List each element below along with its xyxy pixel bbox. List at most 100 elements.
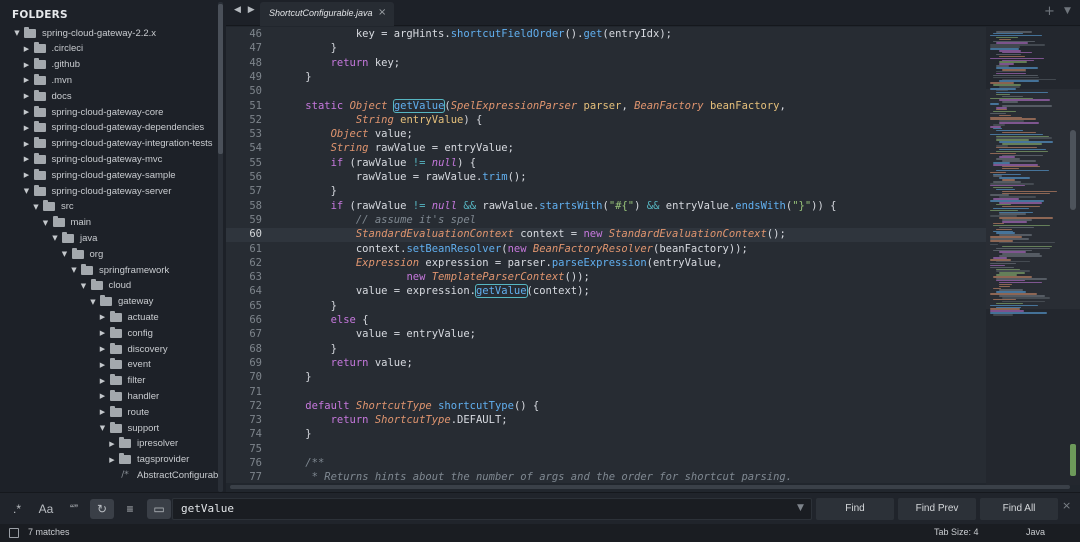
code-editor[interactable]: 46 47 48 49 50 51 52 53 54 55 56 57 58 59 60 61 62 63 64 65… — [226, 27, 986, 483]
chevron-down-icon[interactable]: ▼ — [31, 203, 41, 211]
find-history-dropdown-icon[interactable]: ▼ — [797, 503, 804, 513]
minimap[interactable] — [986, 27, 1080, 485]
code-line[interactable]: return key; — [280, 57, 401, 71]
code-line[interactable]: static Object getValue(SpelExpressionPar… — [280, 98, 786, 114]
sidebar-item[interactable]: ▶ .mvn — [0, 72, 226, 88]
sidebar-item[interactable]: /* AbstractConfigurab — [0, 467, 226, 483]
chevron-down-icon[interactable]: ▼ — [79, 282, 89, 290]
find-prev-button[interactable]: Find Prev — [898, 498, 976, 520]
sidebar-item[interactable]: ▶ config — [0, 325, 226, 341]
sidebar-scrollbar-thumb[interactable] — [218, 4, 223, 154]
sidebar-item[interactable]: ▶ actuate — [0, 309, 226, 325]
code-line[interactable]: /** — [280, 457, 324, 471]
code-line[interactable]: * Returns hints about the number of args… — [280, 471, 792, 483]
code-line[interactable]: } — [280, 42, 337, 56]
sidebar-item[interactable]: ▼ main — [0, 215, 226, 231]
code-line[interactable]: String rawValue = entryValue; — [280, 142, 514, 156]
code-line[interactable]: String entryValue) { — [280, 114, 482, 128]
highlight-matches-toggle[interactable]: ▭ — [147, 499, 171, 519]
chevron-right-icon[interactable]: ▶ — [22, 171, 32, 179]
chevron-down-icon[interactable]: ▼ — [50, 234, 60, 242]
code-line[interactable]: } — [280, 185, 337, 199]
sidebar-item[interactable]: ▶ filter — [0, 373, 226, 389]
sidebar-item[interactable]: ▶ event — [0, 357, 226, 373]
chevron-right-icon[interactable]: ▶ — [98, 408, 108, 416]
chevron-down-icon[interactable]: ▼ — [69, 266, 79, 274]
regex-toggle[interactable]: .* — [6, 499, 28, 519]
vertical-scrollbar-thumb[interactable] — [1070, 130, 1076, 210]
tab-shortcutconfigurable-java[interactable]: ShortcutConfigurable.java × — [260, 2, 394, 26]
sidebar-item[interactable]: ▼ src — [0, 199, 226, 215]
code-line[interactable]: } — [280, 300, 337, 314]
chevron-right-icon[interactable]: ▶ — [22, 155, 32, 163]
find-input[interactable]: getValue ▼ — [172, 498, 812, 520]
chevron-down-icon[interactable]: ▼ — [88, 298, 98, 306]
sidebar-item[interactable]: ▼ org — [0, 246, 226, 262]
status-language[interactable]: Java — [1026, 527, 1045, 537]
new-tab-icon[interactable]: + — [1044, 4, 1055, 19]
tab-nav-arrows-icon[interactable]: ◀ ▶ — [234, 5, 257, 15]
status-tab-size[interactable]: Tab Size: 4 — [934, 527, 979, 537]
chevron-right-icon[interactable]: ▶ — [22, 108, 32, 116]
tab-list-dropdown-icon[interactable]: ▼ — [1064, 6, 1071, 16]
sidebar-item[interactable]: ▶ handler — [0, 388, 226, 404]
code-line[interactable]: Expression expression = parser.parseExpr… — [280, 257, 723, 271]
chevron-right-icon[interactable]: ▶ — [22, 45, 32, 53]
sidebar-item[interactable]: ▼ support — [0, 420, 226, 436]
code-line[interactable]: rawValue = rawValue.trim(); — [280, 171, 527, 185]
sidebar-item[interactable]: ▶ .github — [0, 57, 226, 73]
code-line[interactable]: } — [280, 71, 311, 85]
sidebar-item[interactable]: ▶ ipresolver — [0, 436, 226, 452]
sidebar-item[interactable]: ▼ spring-cloud-gateway-2.2.x — [0, 25, 226, 41]
case-sensitive-toggle[interactable]: Aa — [33, 499, 59, 519]
chevron-right-icon[interactable]: ▶ — [22, 76, 32, 84]
chevron-right-icon[interactable]: ▶ — [107, 440, 117, 448]
chevron-right-icon[interactable]: ▶ — [107, 456, 117, 464]
chevron-right-icon[interactable]: ▶ — [98, 392, 108, 400]
code-line[interactable]: } — [280, 343, 337, 357]
code-line[interactable]: } — [280, 371, 311, 385]
horizontal-scrollbar[interactable] — [230, 485, 1070, 489]
code-line[interactable]: context.setBeanResolver(new BeanFactoryR… — [280, 243, 748, 257]
sidebar-item[interactable]: ▶ docs — [0, 88, 226, 104]
sidebar-item[interactable]: ▼ java — [0, 230, 226, 246]
tab-close-icon[interactable]: × — [378, 7, 386, 18]
code-line[interactable]: return ShortcutType.DEFAULT; — [280, 414, 508, 428]
sidebar-item[interactable]: ▶ spring-cloud-gateway-integration-tests — [0, 136, 226, 152]
sidebar-item[interactable]: ▼ springframework — [0, 262, 226, 278]
sidebar-item[interactable]: ▶ discovery — [0, 341, 226, 357]
in-selection-toggle[interactable]: ≡ — [118, 499, 142, 519]
code-line[interactable]: if (rawValue != null && rawValue.startsW… — [280, 200, 837, 214]
sidebar-item[interactable]: ▶ spring-cloud-gateway-core — [0, 104, 226, 120]
wrap-toggle[interactable]: ↻ — [90, 499, 114, 519]
chevron-right-icon[interactable]: ▶ — [98, 329, 108, 337]
chevron-right-icon[interactable]: ▶ — [22, 61, 32, 69]
code-line[interactable]: value = entryValue; — [280, 328, 476, 342]
code-line[interactable]: value = expression.getValue(context); — [280, 284, 590, 299]
chevron-down-icon[interactable]: ▼ — [22, 187, 32, 195]
sidebar-item[interactable]: ▼ gateway — [0, 294, 226, 310]
chevron-right-icon[interactable]: ▶ — [98, 377, 108, 385]
chevron-down-icon[interactable]: ▼ — [98, 424, 108, 432]
code-line[interactable]: key = argHints.shortcutFieldOrder().get(… — [280, 28, 672, 42]
code-line[interactable]: default ShortcutType shortcutType() { — [280, 400, 539, 414]
chevron-down-icon[interactable]: ▼ — [41, 219, 51, 227]
sidebar-item[interactable]: ▼ cloud — [0, 278, 226, 294]
chevron-right-icon[interactable]: ▶ — [22, 140, 32, 148]
chevron-right-icon[interactable]: ▶ — [98, 345, 108, 353]
code-line[interactable]: return value; — [280, 357, 413, 371]
sidebar-item[interactable]: ▶ spring-cloud-gateway-mvc — [0, 151, 226, 167]
find-close-icon[interactable]: × — [1062, 499, 1071, 512]
chevron-down-icon[interactable]: ▼ — [60, 250, 70, 258]
chevron-right-icon[interactable]: ▶ — [98, 361, 108, 369]
sidebar-item[interactable]: ▶ route — [0, 404, 226, 420]
sidebar-item[interactable]: ▶ .circleci — [0, 41, 226, 57]
sidebar-item[interactable]: ▶ spring-cloud-gateway-dependencies — [0, 120, 226, 136]
sidebar-item[interactable]: ▼ spring-cloud-gateway-server — [0, 183, 226, 199]
find-button[interactable]: Find — [816, 498, 894, 520]
panel-toggle-icon[interactable] — [9, 528, 19, 538]
chevron-right-icon[interactable]: ▶ — [22, 92, 32, 100]
whole-word-toggle[interactable]: “” — [63, 499, 85, 519]
code-line[interactable]: StandardEvaluationContext context = new … — [280, 228, 786, 242]
find-all-button[interactable]: Find All — [980, 498, 1058, 520]
